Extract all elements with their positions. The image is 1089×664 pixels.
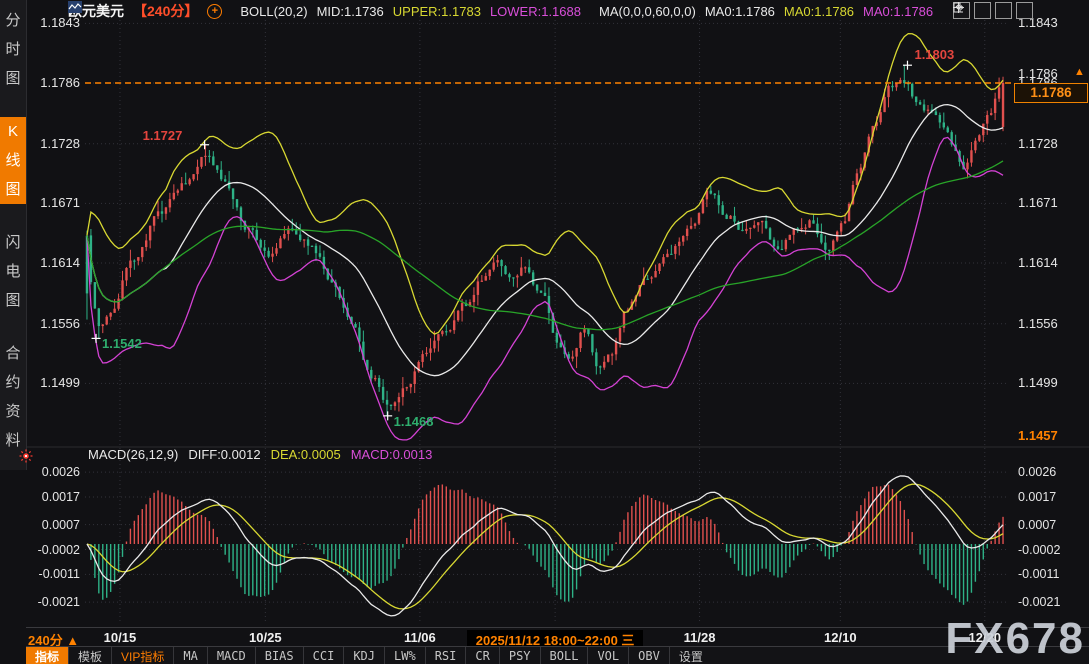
price-tick-label-right: 1.1499 (1018, 375, 1082, 390)
left-sidebar: 分时图K线图闪电图合约资料 (0, 0, 27, 470)
zoom-out-axis-icon[interactable] (974, 2, 991, 19)
watermark-logo: FX678 (945, 614, 1085, 664)
price-annotation: 1.1542 (102, 336, 142, 351)
trading-app-window: 分时图K线图闪电图合约资料 欧元美元 【240分】 + BOLL(20,2) M… (0, 0, 1089, 664)
price-tick-label-left: 1.1499 (24, 375, 80, 390)
macd-tick-label-right: 0.0026 (1018, 465, 1082, 479)
price-tick-label-left: 1.1786 (24, 75, 80, 90)
ma0-magenta-value: MA0:1.1786 (863, 4, 933, 19)
price-tick-label-right: 1.1786 (1018, 66, 1082, 81)
sidebar-item-label: K (8, 117, 18, 146)
toolbar-tab-CCI[interactable]: CCI (303, 647, 344, 664)
price-min-label: 1.1457 (1018, 428, 1082, 443)
up-arrow-marker-icon: ▲ (1074, 67, 1085, 77)
toolbar-tab-PSY[interactable]: PSY (499, 647, 540, 664)
macd-diff-value: DIFF:0.0012 (188, 447, 260, 462)
toolbar-tab-MA[interactable]: MA (173, 647, 206, 664)
macd-tick-label-left: 0.0017 (24, 490, 80, 504)
macd-tick-label-right: -0.0002 (1018, 543, 1082, 557)
toolbar-tab-CR[interactable]: CR (465, 647, 498, 664)
x-axis-date-label: 11/06 (375, 630, 465, 645)
boll-lower-value: LOWER:1.1688 (490, 4, 581, 19)
chart-tool-icons (953, 2, 1033, 19)
zoom-in-axis-icon[interactable] (995, 2, 1012, 19)
macd-title: MACD(26,12,9) (88, 447, 178, 462)
macd-tick-label-left: -0.0002 (24, 543, 80, 557)
sidebar-item-label: 合 (5, 339, 20, 368)
add-compare-icon[interactable]: + (207, 4, 222, 19)
toolbar-tab-BOLL[interactable]: BOLL (540, 647, 588, 664)
boll-label: BOLL(20,2) (240, 4, 307, 19)
x-axis-row: 240分 ▲ 10/1510/2511/062025/11/12 18:00~2… (26, 627, 1089, 647)
sidebar-item-label: 图 (5, 64, 20, 93)
price-annotation: 1.1803 (914, 47, 954, 62)
toolbar-tab-MACD[interactable]: MACD (207, 647, 255, 664)
sidebar-item-label: 分 (5, 6, 20, 35)
toolbar-tab-KDJ[interactable]: KDJ (343, 647, 384, 664)
macd-tick-label-right: -0.0021 (1018, 595, 1082, 609)
ma0-yellow-value: MA0:1.1786 (784, 4, 854, 19)
price-tick-label-right: 1.1671 (1018, 195, 1082, 210)
price-tick-label-right: 1.1614 (1018, 255, 1082, 270)
price-tick-label-right: 1.1728 (1018, 136, 1082, 151)
last-price-box: 1.1786 (1014, 83, 1088, 103)
toolbar-tab-VIP[interactable]: VIP指标 (111, 647, 173, 664)
macd-tick-label-left: 0.0007 (24, 518, 80, 532)
pan-right-icon[interactable] (1016, 2, 1033, 19)
sidebar-item-2[interactable]: 闪电图 (0, 228, 26, 315)
ma0-white-value: MA0:1.1786 (705, 4, 775, 19)
macd-tick-label-right: -0.0011 (1018, 567, 1082, 581)
macd-tick-label-left: 0.0026 (24, 465, 80, 479)
sidebar-item-label: 时 (5, 35, 20, 64)
sidebar-item-label: 线 (5, 146, 20, 175)
x-axis-date-label: 11/28 (655, 630, 745, 645)
sidebar-item-label: 约 (5, 368, 20, 397)
macd-dea-value: DEA:0.0005 (271, 447, 341, 462)
macd-legend: MACD(26,12,9) DIFF:0.0012 DEA:0.0005 MAC… (88, 447, 432, 462)
toolbar-tab-RSI[interactable]: RSI (425, 647, 466, 664)
price-tick-label-left: 1.1728 (24, 136, 80, 151)
macd-tick-label-right: 0.0007 (1018, 518, 1082, 532)
sidebar-item-label: 图 (5, 175, 20, 204)
x-axis-date-label: 10/15 (75, 630, 165, 645)
sidebar-item-label: 图 (5, 286, 20, 315)
price-annotation: 1.1468 (394, 414, 434, 429)
macd-macd-value: MACD:0.0013 (351, 447, 433, 462)
toolbar-tab-[interactable]: 指标 (26, 647, 68, 664)
toolbar-tab-BIAS[interactable]: BIAS (255, 647, 303, 664)
sidebar-item-label: 闪 (5, 228, 20, 257)
toolbar-tab-LW[interactable]: LW% (384, 647, 425, 664)
boll-upper-value: UPPER:1.1783 (393, 4, 481, 19)
bottom-indicator-toolbar: 指标模板VIP指标MAMACDBIASCCIKDJLW%RSICRPSYBOLL… (26, 646, 1089, 664)
sidebar-item-1[interactable]: K线图 (0, 117, 26, 204)
period-label: 【240分】 (133, 1, 198, 21)
toolbar-tab-[interactable]: 设置 (669, 647, 712, 664)
toolbar-tab-[interactable]: 模板 (68, 647, 111, 664)
macd-tick-label-right: 0.0017 (1018, 490, 1082, 504)
x-axis-date-label: 10/25 (220, 630, 310, 645)
price-tick-label-right: 1.1556 (1018, 316, 1082, 331)
price-annotation: 1.1727 (143, 128, 183, 143)
toolbar-tab-VOL[interactable]: VOL (587, 647, 628, 664)
chart-header-legend: 欧元美元 【240分】 + BOLL(20,2) MID:1.1736 UPPE… (68, 1, 933, 21)
boll-mid-value: MID:1.1736 (317, 4, 384, 19)
toolbar-tab-OBV[interactable]: OBV (628, 647, 669, 664)
price-tick-label-left: 1.1614 (24, 255, 80, 270)
price-tick-label-left: 1.1556 (24, 316, 80, 331)
sidebar-item-0[interactable]: 分时图 (0, 6, 26, 93)
x-axis-date-label: 12/10 (795, 630, 885, 645)
price-tick-label-left: 1.1671 (24, 195, 80, 210)
macd-tick-label-left: -0.0021 (24, 595, 80, 609)
sidebar-item-label: 资 (5, 397, 20, 426)
sidebar-item-label: 电 (5, 257, 20, 286)
macd-tick-label-left: -0.0011 (24, 567, 80, 581)
chart-plot[interactable] (0, 0, 1089, 664)
sidebar-item-3[interactable]: 合约资料 (0, 339, 26, 455)
ma-label: MA(0,0,0,60,0,0) (599, 4, 696, 19)
